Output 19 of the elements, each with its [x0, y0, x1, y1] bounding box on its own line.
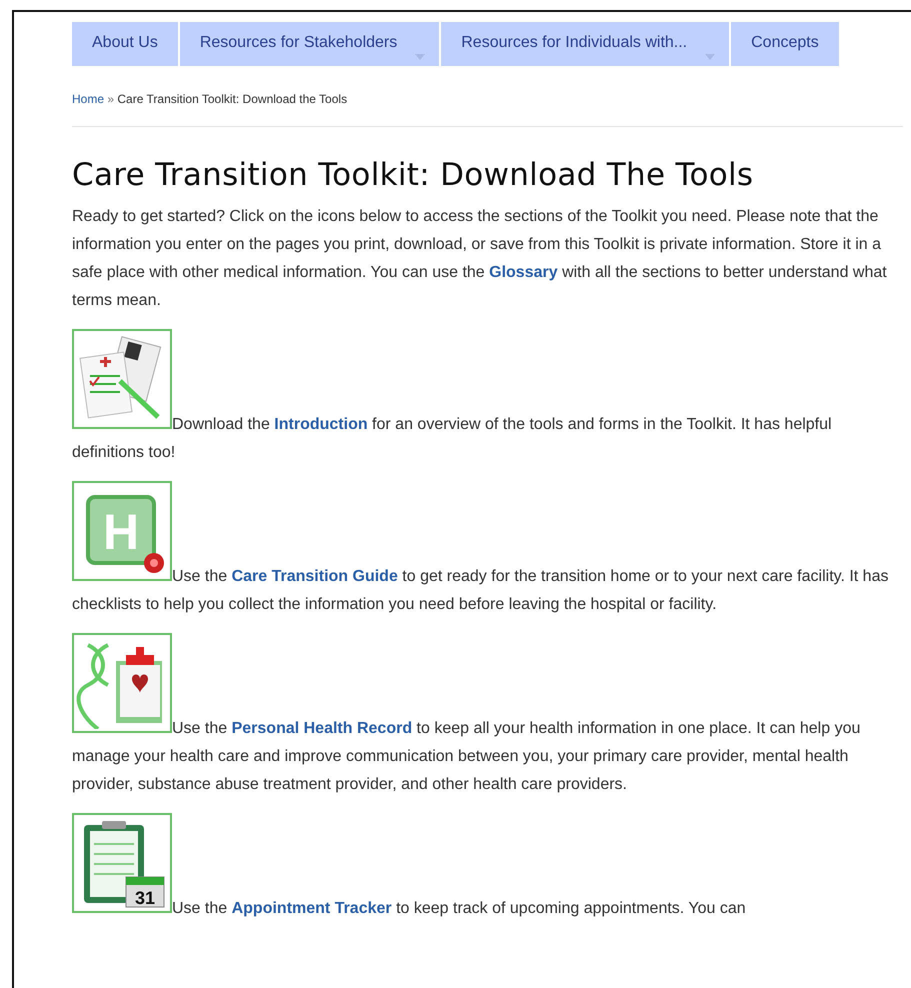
- page-title: Care Transition Toolkit: Download The Tools: [72, 157, 754, 193]
- glossary-link[interactable]: Glossary: [489, 264, 558, 281]
- nav-tab[interactable]: About Us: [72, 22, 178, 66]
- section-text: Use the Personal Health Record to keep all your health information in one place. It can help you manage your health care and improve communication between you, your primary care provider, mental health provider, substance abuse treatment provider, and other health care providers.: [72, 720, 860, 793]
- section-link[interactable]: Personal Health Record: [232, 720, 412, 737]
- nav-tab[interactable]: Resources for Individuals with...: [441, 22, 730, 66]
- section-link[interactable]: Introduction: [274, 416, 368, 433]
- breadcrumb-link[interactable]: Home: [72, 92, 104, 106]
- section-link[interactable]: Appointment Tracker: [232, 900, 392, 917]
- nav-tab[interactable]: Resources for Stakeholders: [180, 22, 440, 66]
- section-text: Use the Appointment Tracker to keep track of upcoming appointments. You can: [172, 900, 746, 917]
- breadcrumb-current: Care Transition Toolkit: Download the Tools: [117, 92, 348, 106]
- nav-tab[interactable]: Concepts: [731, 22, 839, 66]
- section-link[interactable]: Care Transition Guide: [232, 568, 398, 585]
- section-text: Download the Introduction for an overview of the tools and forms in the Toolkit. It has helpful definitions too!: [72, 416, 832, 461]
- intro-paragraph: Ready to get started? Click on the icons below to access the sections of the Toolkit you need. Please note that the information you enter on the pages you print, download, or save from this Toolkit is private information. Store it in a safe place with other medical information. You can use the Glossary with all the sections to better understand what terms mean.: [72, 207, 888, 311]
- breadcrumb-separator: »: [107, 92, 114, 106]
- caret-icon: [415, 54, 426, 60]
- caret-icon: [705, 54, 716, 60]
